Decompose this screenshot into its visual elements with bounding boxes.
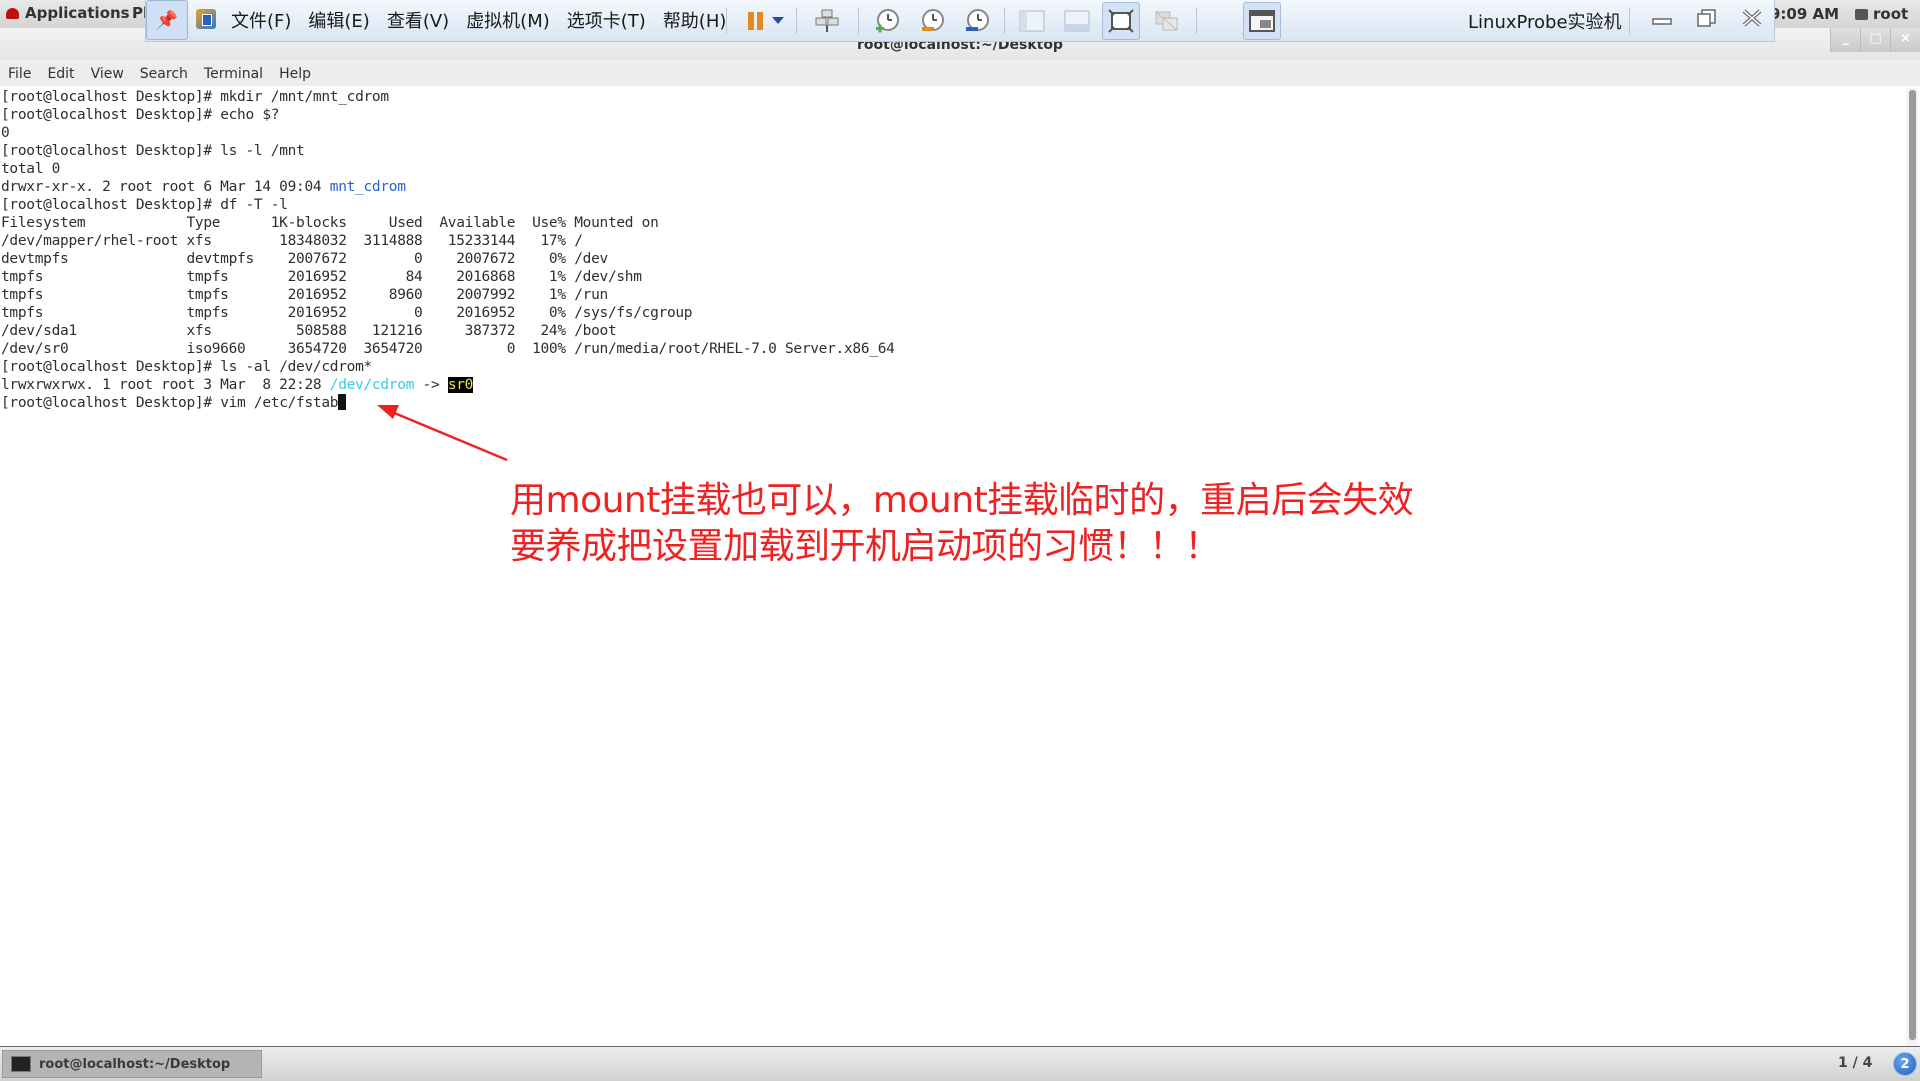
vm-menu-file[interactable]: 文件(F) <box>231 7 291 33</box>
taskbar-terminal-item[interactable]: root@localhost:~/Desktop <box>2 1050 262 1078</box>
shell-prompt: [root@localhost Desktop]# <box>1 89 221 105</box>
menu-edit[interactable]: Edit <box>39 60 82 86</box>
df-row: tmpfs tmpfs 2016952 0 2016952 0% /sys/fs… <box>1 305 693 321</box>
menu-file[interactable]: File <box>0 60 39 86</box>
toolbar-separator <box>1629 8 1630 34</box>
vm-close-button[interactable] <box>1741 8 1763 33</box>
terminal-line: [root@localhost Desktop]# ls -l /mnt <box>1 142 895 160</box>
shell-prompt: [root@localhost Desktop]# <box>1 395 221 411</box>
minimize-button[interactable]: _ <box>1830 28 1860 52</box>
window-controls: _ □ × <box>1830 28 1920 52</box>
shell-prompt: [root@localhost Desktop]# <box>1 359 221 375</box>
terminal-icon <box>11 1056 31 1072</box>
df-row: tmpfs tmpfs 2016952 8960 2007992 1% /run <box>1 287 608 303</box>
annotation-line-1: 用mount挂载也可以，mount挂载临时的，重启后会失效 <box>510 480 1414 521</box>
symlink-target: sr0 <box>447 377 474 393</box>
terminal-line: [root@localhost Desktop]# vim /etc/fstab <box>1 394 895 412</box>
user-menu[interactable]: root <box>1855 5 1908 23</box>
command-text: mkdir /mnt/mnt_cdrom <box>220 89 389 105</box>
annotation-line-2: 要养成把设置加载到开机启动项的习惯！！！ <box>510 526 1221 567</box>
terminal-line: total 0 <box>1 160 895 178</box>
fullscreen-icon[interactable] <box>1102 2 1140 40</box>
vm-menu-vm[interactable]: 虚拟机(M) <box>466 7 550 33</box>
toolbar-separator <box>1004 8 1005 34</box>
vm-menu-tabs[interactable]: 选项卡(T) <box>567 7 646 33</box>
command-text: ls -al /dev/cdrom* <box>220 359 372 375</box>
terminal-scrollbar[interactable] <box>1906 88 1918 1046</box>
df-row: /dev/mapper/rhel-root xfs 18348032 31148… <box>1 233 583 249</box>
shell-prompt: [root@localhost Desktop]# <box>1 107 221 123</box>
terminal-line: drwxr-xr-x. 2 root root 6 Mar 14 09:04 m… <box>1 178 895 196</box>
symlink-name: /dev/cdrom <box>329 377 415 393</box>
vm-name: LinuxProbe实验机 <box>1468 12 1622 33</box>
vmware-toolbar: 📌 文件(F) 编辑(E) 查看(V) 虚拟机(M) 选项卡(T) 帮助(H) <box>145 0 1775 42</box>
terminal-cursor <box>338 394 347 410</box>
directory-name: mnt_cdrom <box>329 179 406 195</box>
command-text: df -T -l <box>220 197 288 213</box>
annotation-text: 用mount挂载也可以，mount挂载临时的，重启后会失效 要养成把设置加载到开… <box>510 478 1414 570</box>
gnome-taskbar: root@localhost:~/Desktop 1 / 4 2 <box>0 1046 1920 1081</box>
command-text: vim /etc/fstab <box>220 395 339 411</box>
vm-menu-help[interactable]: 帮助(H) <box>663 7 727 33</box>
applications-menu[interactable]: Applications <box>6 4 130 22</box>
user-label: root <box>1873 5 1909 23</box>
output-text: lrwxrwxrwx. 1 root root 3 Mar 8 22:28 <box>1 377 330 393</box>
unity-icon[interactable] <box>1151 5 1183 37</box>
df-row: /dev/sda1 xfs 508588 121216 387372 24% /… <box>1 323 617 339</box>
menu-view[interactable]: View <box>83 60 132 86</box>
shell-prompt: [root@localhost Desktop]# <box>1 143 221 159</box>
toolbar-separator <box>796 8 797 34</box>
close-button[interactable]: × <box>1890 28 1920 52</box>
toolbar-separator <box>1196 8 1197 34</box>
menu-search[interactable]: Search <box>132 60 196 86</box>
vm-menu-edit[interactable]: 编辑(E) <box>308 7 369 33</box>
output-text: 0 <box>1 125 10 141</box>
terminal-menubar: File Edit View Search Terminal Help <box>0 60 1920 86</box>
send-keys-icon[interactable] <box>811 5 843 37</box>
menu-help[interactable]: Help <box>271 60 319 86</box>
snapshot-revert-icon[interactable] <box>916 5 948 37</box>
library-view-icon[interactable] <box>1243 2 1281 40</box>
df-header: Filesystem Type 1K-blocks Used Available… <box>1 215 659 231</box>
taskbar-item-label: root@localhost:~/Desktop <box>39 1056 231 1072</box>
command-text: ls -l /mnt <box>220 143 305 159</box>
terminal-line: lrwxrwxrwx. 1 root root 3 Mar 8 22:28 /d… <box>1 376 895 394</box>
toolbar-separator <box>726 8 727 34</box>
output-text: drwxr-xr-x. 2 root root 6 Mar 14 09:04 <box>1 179 330 195</box>
df-row: devtmpfs devtmpfs 2007672 0 2007672 0% /… <box>1 251 608 267</box>
pin-icon[interactable]: 📌 <box>146 0 188 40</box>
maximize-button[interactable]: □ <box>1860 28 1890 52</box>
applications-label: Applications <box>25 4 130 22</box>
terminal-line: [root@localhost Desktop]# mkdir /mnt/mnt… <box>1 88 895 106</box>
redhat-logo-icon <box>6 7 19 19</box>
terminal-line: [root@localhost Desktop]# df -T -l <box>1 196 895 214</box>
workspace-indicator[interactable]: 1 / 4 <box>1838 1055 1872 1071</box>
terminal-line: [root@localhost Desktop]# ls -al /dev/cd… <box>1 358 895 376</box>
terminal-line: [root@localhost Desktop]# echo $? <box>1 106 895 124</box>
output-text: total 0 <box>1 161 61 177</box>
terminal-output: [root@localhost Desktop]# mkdir /mnt/mnt… <box>1 88 895 412</box>
shell-prompt: [root@localhost Desktop]# <box>1 197 221 213</box>
symlink-arrow: -> <box>414 377 448 393</box>
user-icon <box>1855 8 1868 20</box>
snapshot-take-icon[interactable] <box>871 5 903 37</box>
menu-terminal[interactable]: Terminal <box>196 60 271 86</box>
sidebar-view-icon[interactable] <box>1016 5 1048 37</box>
dropdown-icon[interactable] <box>768 5 788 37</box>
vm-menu-view[interactable]: 查看(V) <box>387 7 449 33</box>
df-row: /dev/sr0 iso9660 3654720 3654720 0 100% … <box>1 341 895 357</box>
command-text: echo $? <box>220 107 280 123</box>
clock[interactable]: 9:09 AM <box>1770 5 1839 23</box>
scrollbar-thumb[interactable] <box>1909 90 1916 1040</box>
df-row: tmpfs tmpfs 2016952 84 2016868 1% /dev/s… <box>1 269 642 285</box>
vmware-menu: 文件(F) 编辑(E) 查看(V) 虚拟机(M) 选项卡(T) 帮助(H) <box>231 7 726 33</box>
notification-badge[interactable]: 2 <box>1893 1052 1917 1076</box>
vmware-logo-icon <box>196 9 216 29</box>
vm-minimize-button[interactable] <box>1651 8 1673 33</box>
snapshot-manager-icon[interactable] <box>961 5 993 37</box>
console-view-icon[interactable] <box>1061 5 1093 37</box>
toolbar-separator <box>858 8 859 34</box>
vm-restore-button[interactable] <box>1696 8 1718 33</box>
terminal-line: 0 <box>1 124 895 142</box>
